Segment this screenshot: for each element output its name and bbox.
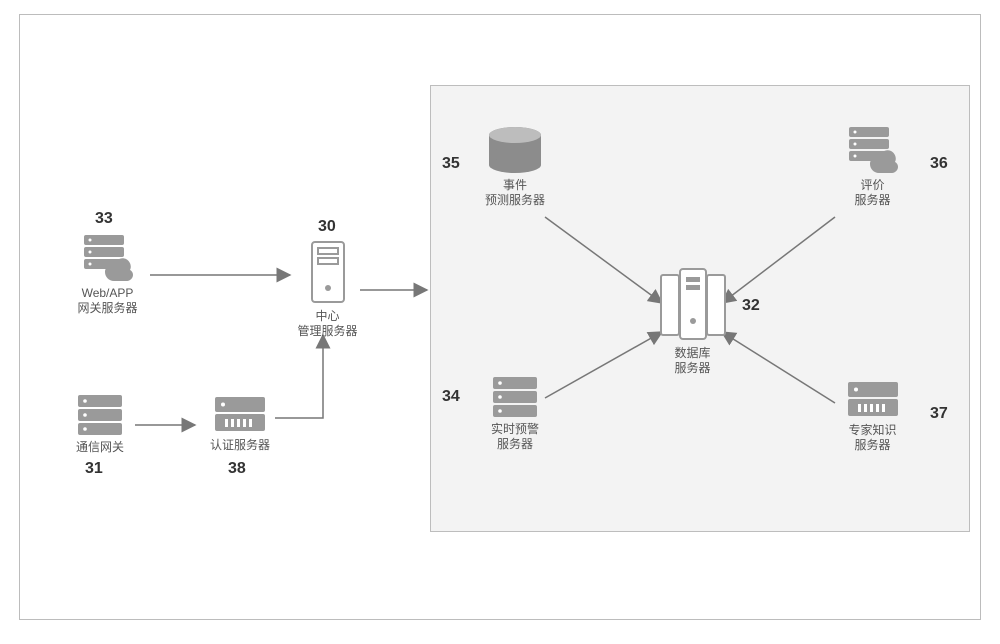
node-number: 30 <box>318 218 336 236</box>
node-number: 35 <box>442 155 460 173</box>
node-event-prediction-server: 事件 预测服务器 <box>470 125 560 207</box>
node-number: 31 <box>85 460 103 478</box>
node-evaluation-server: 评价 服务器 <box>830 125 915 207</box>
node-expert-knowledge-server: 专家知识 服务器 <box>830 380 915 452</box>
node-auth-server: 认证服务器 <box>200 395 280 453</box>
node-web-app-gateway-server: Web/APP 网关服务器 <box>65 233 150 315</box>
label-line: 管理服务器 <box>290 324 365 338</box>
server-unit-icon <box>846 380 900 420</box>
label-line: 服务器 <box>470 437 560 451</box>
disk-stack-icon <box>485 125 545 175</box>
label-line: 预测服务器 <box>470 193 560 207</box>
label-line: 中心 <box>290 309 365 323</box>
node-comm-gateway: 通信网关 <box>60 393 140 455</box>
label-line: 专家知识 <box>830 423 915 437</box>
label-line: 实时预警 <box>470 422 560 436</box>
diagram-page: Web/APP 网关服务器 33 通信网关 31 <box>0 0 1000 644</box>
arrow-layer <box>0 0 1000 644</box>
server-rack-icon <box>75 393 125 437</box>
label-line: 认证服务器 <box>200 438 280 452</box>
node-number: 36 <box>930 155 948 173</box>
label-line: 事件 <box>470 178 560 192</box>
server-rack-icon <box>490 375 540 419</box>
node-realtime-alert-server: 实时预警 服务器 <box>470 375 560 451</box>
node-database-server: 数据库 服务器 <box>650 265 735 375</box>
label-line: 服务器 <box>830 193 915 207</box>
label-line: Web/APP <box>65 286 150 300</box>
label-line: 数据库 <box>650 346 735 360</box>
node-number: 32 <box>742 297 760 315</box>
node-number: 33 <box>95 210 113 228</box>
server-cloud-icon <box>80 233 136 283</box>
server-tower-group-icon <box>658 265 728 343</box>
node-number: 34 <box>442 388 460 406</box>
node-number: 38 <box>228 460 246 478</box>
label-line: 网关服务器 <box>65 301 150 315</box>
label-line: 通信网关 <box>60 440 140 454</box>
server-cloud-icon <box>845 125 901 175</box>
node-number: 37 <box>930 405 948 423</box>
server-tower-icon <box>310 240 346 306</box>
node-center-mgmt-server: 中心 管理服务器 <box>290 240 365 338</box>
label-line: 服务器 <box>830 438 915 452</box>
label-line: 服务器 <box>650 361 735 375</box>
server-unit-icon <box>213 395 267 435</box>
label-line: 评价 <box>830 178 915 192</box>
